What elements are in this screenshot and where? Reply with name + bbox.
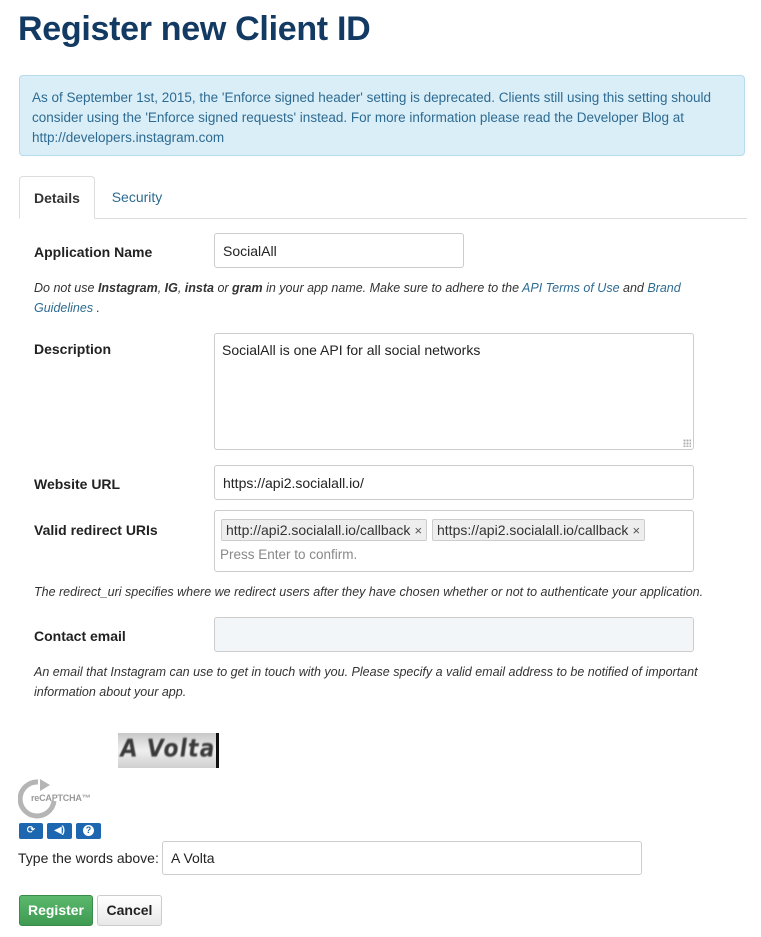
audio-icon: ◀): [53, 825, 66, 836]
help-icon: ?: [83, 825, 94, 836]
contact-email-help: An email that Instagram can use to get i…: [34, 662, 734, 702]
contact-email-help-line: An email that Instagram can use to get i…: [34, 665, 698, 679]
tab-details[interactable]: Details: [19, 176, 95, 219]
contact-email-input[interactable]: [214, 617, 694, 652]
tab-security[interactable]: Security: [101, 176, 173, 218]
page-title: Register new Client ID: [18, 10, 371, 48]
captcha-prompt-label: Type the words above:: [18, 850, 159, 866]
website-url-input[interactable]: [214, 465, 694, 500]
redirect-uri-tag: https://api2.socialall.io/callback ×: [432, 519, 646, 541]
audio-captcha-button[interactable]: ◀): [47, 823, 72, 839]
description-label: Description: [34, 341, 112, 357]
website-url-label: Website URL: [34, 476, 121, 492]
description-value: SocialAll is one API for all social netw…: [222, 342, 481, 358]
refresh-icon: ⟳: [26, 825, 36, 836]
remove-tag-icon[interactable]: ×: [414, 521, 422, 541]
tab-bar: Details Security: [19, 176, 747, 219]
redirect-uri-tag-text: https://api2.socialall.io/callback: [437, 522, 629, 538]
resize-grip-icon[interactable]: [683, 439, 691, 447]
recaptcha-logo: reCAPTCHA™: [17, 779, 98, 819]
description-textarea[interactable]: SocialAll is one API for all social netw…: [214, 333, 694, 450]
api-terms-link[interactable]: API Terms of Use: [522, 281, 620, 295]
register-button[interactable]: Register: [19, 895, 93, 926]
deprecation-alert: As of September 1st, 2015, the 'Enforce …: [19, 75, 745, 156]
contact-email-label: Contact email: [34, 628, 126, 644]
captcha-help-button[interactable]: ?: [76, 823, 101, 839]
redirect-uris-help: The redirect_uri specifies where we redi…: [34, 585, 704, 599]
captcha-image-text: A Volta: [118, 735, 218, 764]
captcha-response-input[interactable]: [162, 841, 642, 875]
app-name-label: Application Name: [34, 244, 153, 260]
redirect-uri-tag-text: http://api2.socialall.io/callback: [226, 522, 411, 538]
cancel-button[interactable]: Cancel: [97, 895, 162, 926]
redirect-uris-label: Valid redirect URIs: [34, 522, 158, 538]
app-name-help: Do not use Instagram, IG, insta or gram …: [34, 281, 681, 315]
redirect-uris-input[interactable]: http://api2.socialall.io/callback × https…: [214, 510, 694, 572]
contact-email-help-line: information about your app.: [34, 685, 187, 699]
refresh-captcha-button[interactable]: ⟳: [19, 823, 43, 839]
captcha-image: A Volta: [118, 733, 219, 768]
redirect-uris-placeholder: Press Enter to confirm.: [220, 547, 358, 562]
app-name-input[interactable]: [214, 233, 464, 268]
redirect-uri-tag: http://api2.socialall.io/callback ×: [221, 519, 428, 541]
remove-tag-icon[interactable]: ×: [632, 521, 640, 541]
recaptcha-logo-text: reCAPTCHA™: [31, 793, 91, 803]
